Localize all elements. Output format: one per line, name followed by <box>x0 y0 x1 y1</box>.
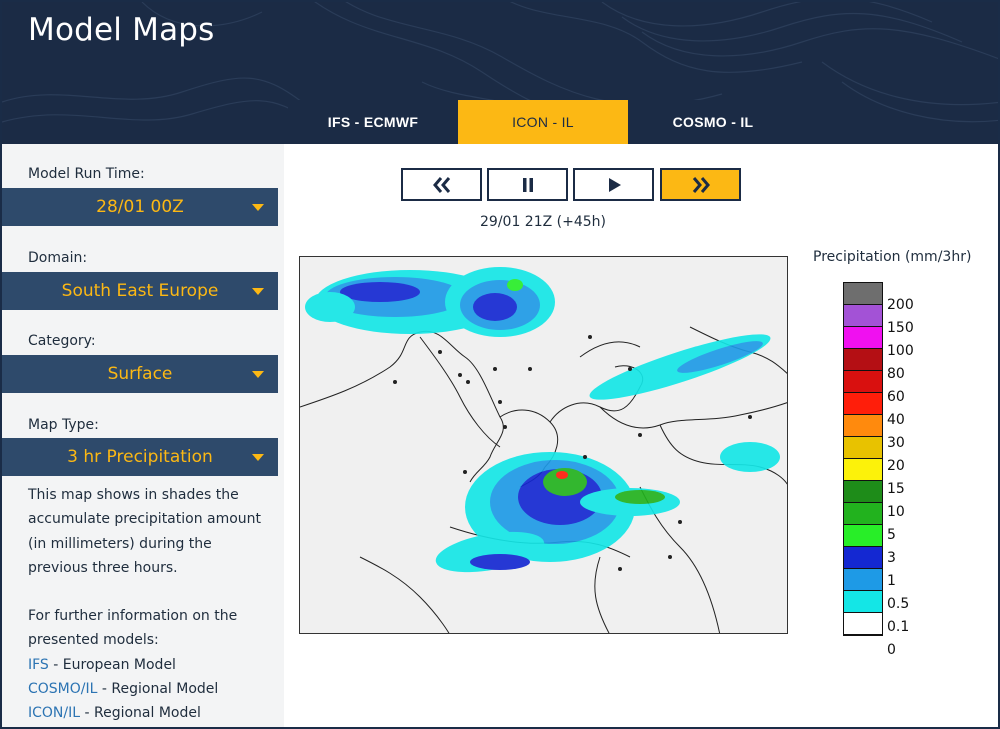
run-time-select[interactable]: 28/01 00Z <box>2 188 278 226</box>
caret-down-icon <box>252 204 264 211</box>
legend-swatch <box>844 437 882 459</box>
fast-forward-icon <box>692 176 710 193</box>
legend-tick-label: 3 <box>887 550 896 566</box>
map-type-select[interactable]: 3 hr Precipitation <box>2 438 278 476</box>
rewind-icon <box>432 176 450 193</box>
legend-swatch <box>844 613 882 635</box>
legend-swatch <box>844 393 882 415</box>
legend-swatch <box>844 459 882 481</box>
tab-cosmo-il[interactable]: COSMO - IL <box>628 100 798 144</box>
legend-swatch <box>844 371 882 393</box>
category-label: Category: <box>28 333 96 349</box>
info-link-row: ICON/IL - Regional Model <box>28 701 273 725</box>
legend-tick-label: 80 <box>887 366 905 382</box>
legend-tick-label: 0.1 <box>887 619 910 635</box>
legend-tick-label: 40 <box>887 412 905 428</box>
app-frame: Model Maps IFS - ECMWF ICON - IL COSMO -… <box>0 0 1000 729</box>
icon-link[interactable]: ICON/IL <box>28 705 80 721</box>
run-time-value: 28/01 00Z <box>96 197 184 217</box>
domain-label: Domain: <box>28 250 88 266</box>
model-info: For further information on the presented… <box>28 604 273 725</box>
play-icon <box>608 177 621 192</box>
header: Model Maps IFS - ECMWF ICON - IL COSMO -… <box>2 2 998 144</box>
pause-icon <box>522 177 533 192</box>
legend-swatch <box>844 525 882 547</box>
forecast-timestamp: 29/01 21Z (+45h) <box>480 214 606 230</box>
legend-swatch <box>844 283 882 305</box>
model-tabs: IFS - ECMWF ICON - IL COSMO - IL <box>288 100 798 144</box>
legend-swatch <box>844 349 882 371</box>
info-link-row: IFS - European Model <box>28 653 273 677</box>
legend-swatch <box>844 547 882 569</box>
tab-icon-il[interactable]: ICON - IL <box>458 100 628 144</box>
category-select[interactable]: Surface <box>2 355 278 393</box>
tab-ifs-ecmwf[interactable]: IFS - ECMWF <box>288 100 458 144</box>
legend-swatch <box>844 503 882 525</box>
legend-tick-label: 0 <box>887 642 896 658</box>
caret-down-icon <box>252 371 264 378</box>
main-panel: 29/01 21Z (+45h) Precipitation (mm/3hr) … <box>284 144 998 727</box>
legend-tick-label: 100 <box>887 343 914 359</box>
legend-title: Precipitation (mm/3hr) <box>813 249 972 265</box>
play-button[interactable] <box>573 168 654 201</box>
legend-tick-label: 30 <box>887 435 905 451</box>
legend-tick-label: 5 <box>887 527 896 543</box>
domain-value: South East Europe <box>61 281 219 301</box>
pause-button[interactable] <box>487 168 568 201</box>
legend-swatch <box>844 569 882 591</box>
icon-link-desc: - Regional Model <box>80 705 201 722</box>
ifs-link-desc: - European Model <box>48 656 176 673</box>
cosmo-link-desc: - Regional Model <box>97 680 219 697</box>
legend-tick-label: 200 <box>887 297 914 313</box>
legend-swatch <box>844 415 882 437</box>
ifs-link[interactable]: IFS <box>28 657 49 673</box>
legend-swatch <box>844 327 882 349</box>
category-value: Surface <box>107 364 173 384</box>
info-link-row: COSMO/IL - Regional Model <box>28 677 273 701</box>
map-description: This map shows in shades the accumulate … <box>28 487 262 576</box>
precipitation-map <box>299 256 788 634</box>
sidebar: Model Run Time: 28/01 00Z Domain: South … <box>2 144 284 727</box>
rewind-button[interactable] <box>401 168 482 201</box>
legend-tick-label: 0.5 <box>887 596 910 612</box>
page-title: Model Maps <box>28 12 215 48</box>
caret-down-icon <box>252 454 264 461</box>
legend-tick-label: 15 <box>887 481 905 497</box>
legend-swatch <box>844 481 882 503</box>
map-type-value: 3 hr Precipitation <box>67 447 213 467</box>
legend-tick-label: 20 <box>887 458 905 474</box>
legend-swatch <box>844 305 882 327</box>
fast-forward-button[interactable] <box>660 168 741 201</box>
legend-swatch <box>844 591 882 613</box>
map-type-label: Map Type: <box>28 417 99 433</box>
legend-tick-label: 1 <box>887 573 896 589</box>
domain-select[interactable]: South East Europe <box>2 272 278 310</box>
legend-tick-label: 60 <box>887 389 905 405</box>
cosmo-link[interactable]: COSMO/IL <box>28 681 97 697</box>
legend-color-bar <box>843 282 883 636</box>
legend-tick-label: 150 <box>887 320 914 336</box>
caret-down-icon <box>252 288 264 295</box>
map-image <box>300 257 787 633</box>
run-time-label: Model Run Time: <box>28 166 145 182</box>
info-intro: For further information on the presented… <box>28 608 238 649</box>
legend-tick-label: 10 <box>887 504 905 520</box>
